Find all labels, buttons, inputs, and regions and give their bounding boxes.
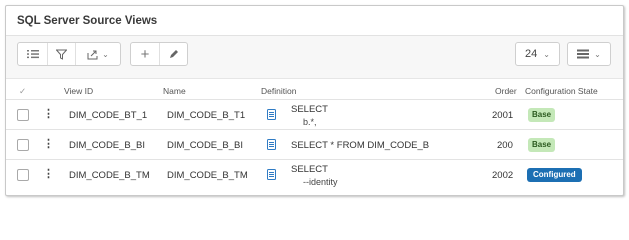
filter-button[interactable] xyxy=(48,43,76,65)
row-checkbox[interactable] xyxy=(17,139,29,151)
document-icon[interactable] xyxy=(267,169,276,180)
cell-definition-line1: SELECT xyxy=(291,104,328,115)
header-view-id[interactable]: View ID xyxy=(64,86,93,96)
status-badge: Base xyxy=(528,108,556,122)
view-tools-group: ⌄ xyxy=(17,42,121,66)
table-row[interactable]: ⋮ DIM_CODE_B_BI DIM_CODE_B_BI SELECT * F… xyxy=(6,129,623,160)
row-checkbox[interactable] xyxy=(17,109,29,121)
chevron-down-icon: ⌄ xyxy=(594,49,601,59)
cell-name: DIM_CODE_B_T1 xyxy=(167,110,246,121)
header-definition[interactable]: Definition xyxy=(261,86,296,96)
document-icon[interactable] xyxy=(267,109,276,120)
status-badge: Configured xyxy=(527,168,582,182)
cell-order: 2001 xyxy=(492,110,514,121)
pencil-icon xyxy=(169,50,178,58)
page-size-select[interactable]: 24 ⌄ xyxy=(515,42,560,66)
edit-button[interactable] xyxy=(160,43,187,65)
row-checkbox[interactable] xyxy=(17,169,29,181)
cell-view-id: DIM_CODE_B_BI xyxy=(69,140,146,151)
sql-server-source-views-panel: SQL Server Source Views ⌄ + 24 ⌄ ⌄ ✓ Vie… xyxy=(5,5,624,196)
cell-view-id: DIM_CODE_B_TM xyxy=(69,170,150,181)
add-button[interactable]: + xyxy=(131,43,160,65)
select-all-checkmark[interactable]: ✓ xyxy=(19,86,26,97)
cell-name: DIM_CODE_B_TM xyxy=(167,170,248,181)
header-name[interactable]: Name xyxy=(163,86,186,96)
edit-tools-group: + xyxy=(130,42,188,66)
chevron-down-icon: ⌄ xyxy=(102,49,109,59)
cell-definition-line2: b.*, xyxy=(303,117,317,127)
filter-icon xyxy=(56,49,67,60)
list-options-button[interactable] xyxy=(18,43,48,65)
panel-title: SQL Server Source Views xyxy=(17,15,158,27)
document-icon[interactable] xyxy=(267,139,276,150)
cell-order: 200 xyxy=(497,140,513,151)
list-icon xyxy=(26,50,39,59)
table-row[interactable]: ⋮ DIM_CODE_B_TM DIM_CODE_B_TM SELECT --i… xyxy=(6,159,623,190)
cell-definition-line1: SELECT xyxy=(291,164,328,175)
cell-order: 2002 xyxy=(492,170,514,181)
header-order[interactable]: Order xyxy=(495,86,517,96)
export-dropdown-button[interactable]: ⌄ xyxy=(76,43,120,65)
export-icon xyxy=(87,50,98,59)
row-actions-kebab-icon[interactable]: ⋮ xyxy=(43,109,54,120)
page-size-value: 24 xyxy=(525,48,538,60)
row-actions-kebab-icon[interactable]: ⋮ xyxy=(43,139,54,150)
row-actions-kebab-icon[interactable]: ⋮ xyxy=(43,169,54,180)
cell-view-id: DIM_CODE_BT_1 xyxy=(69,110,148,121)
menu-icon xyxy=(577,49,590,59)
cell-name: DIM_CODE_B_BI xyxy=(167,140,244,151)
view-menu-button[interactable]: ⌄ xyxy=(567,42,611,66)
table-row[interactable]: ⋮ DIM_CODE_BT_1 DIM_CODE_B_T1 SELECT b.*… xyxy=(6,99,623,130)
cell-definition-line2: --identity xyxy=(303,177,338,187)
chevron-down-icon: ⌄ xyxy=(543,49,550,59)
cell-definition-line1: SELECT * FROM DIM_CODE_B xyxy=(291,140,430,151)
plus-icon: + xyxy=(140,45,150,63)
status-badge: Base xyxy=(528,138,556,152)
header-configuration-state[interactable]: Configuration State xyxy=(525,86,598,96)
